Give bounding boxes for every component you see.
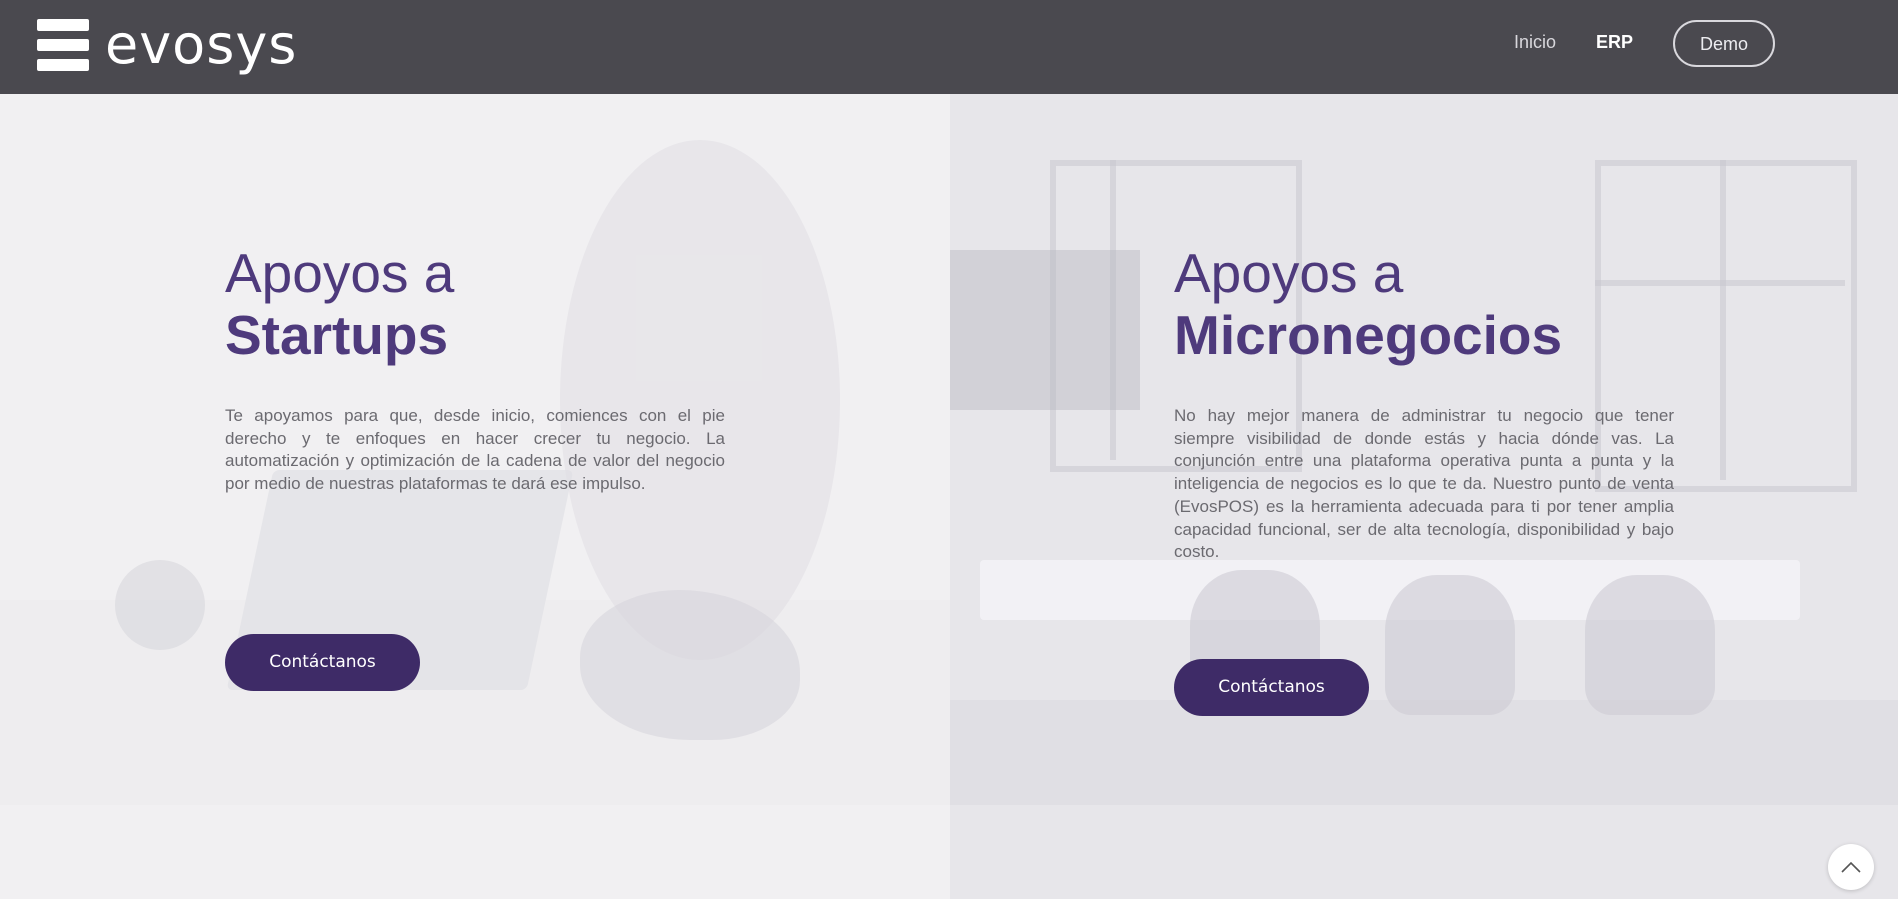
startups-title: Apoyos a Startups (225, 242, 454, 366)
background-chair (1585, 575, 1715, 715)
chevron-up-icon (1841, 861, 1861, 873)
background-window-mullion (1720, 160, 1726, 480)
micronegocios-description: No hay mejor manera de administrar tu ne… (1174, 406, 1674, 562)
background-chair (1385, 575, 1515, 715)
micronegocios-title-bold: Micronegocios (1174, 304, 1563, 366)
background-floor (950, 700, 1898, 805)
startups-title-light: Apoyos a (225, 242, 455, 304)
logo-text[interactable]: evosys (105, 10, 297, 80)
evosys-logo-icon[interactable] (37, 19, 89, 72)
nav-inicio[interactable]: Inicio (1514, 32, 1556, 53)
scroll-to-top-button[interactable] (1828, 844, 1874, 890)
micronegocios-title-light: Apoyos a (1174, 242, 1404, 304)
nav-erp[interactable]: ERP (1596, 32, 1633, 53)
background-plant (115, 560, 205, 650)
startups-contact-button[interactable]: Contáctanos (225, 634, 420, 691)
startups-title-bold: Startups (225, 304, 449, 366)
site-header: evosys Inicio ERP Demo (0, 0, 1898, 94)
micronegocios-title: Apoyos a Micronegocios (1174, 242, 1562, 366)
startups-description: Te apoyamos para que, desde inicio, comi… (225, 406, 725, 494)
demo-button[interactable]: Demo (1673, 20, 1775, 67)
background-screen (950, 250, 1140, 410)
background-lamp (560, 140, 840, 660)
micronegocios-contact-button[interactable]: Contáctanos (1174, 659, 1369, 716)
background-window-transom (1595, 280, 1845, 286)
